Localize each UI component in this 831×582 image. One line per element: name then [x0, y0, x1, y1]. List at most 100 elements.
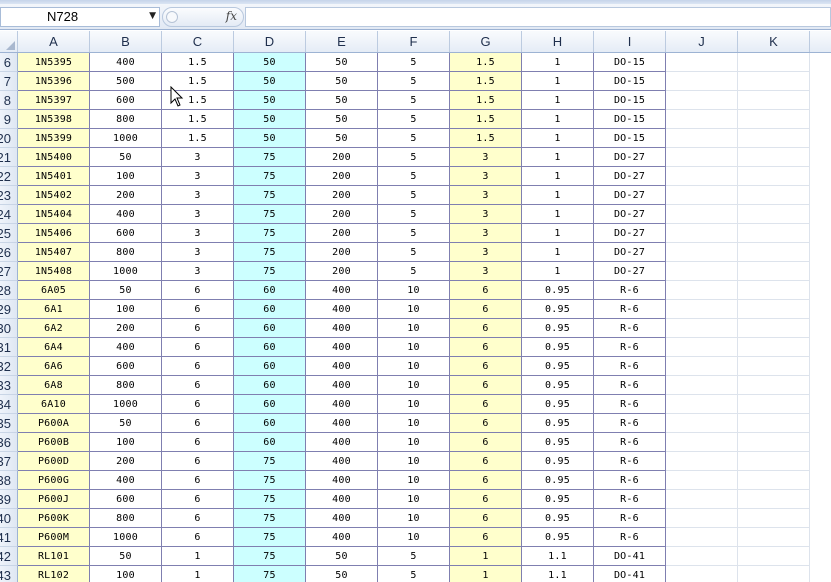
cell-e[interactable]: 200 — [306, 224, 378, 243]
cell-f[interactable]: 5 — [378, 262, 450, 281]
cell-g[interactable]: 3 — [450, 186, 522, 205]
cell-a[interactable]: 1N5408 — [18, 262, 90, 281]
cell-b[interactable]: 50 — [90, 547, 162, 566]
cell-a[interactable]: 1N5404 — [18, 205, 90, 224]
cell-f[interactable]: 10 — [378, 376, 450, 395]
cell-g[interactable]: 3 — [450, 167, 522, 186]
cell-b[interactable]: 100 — [90, 566, 162, 582]
row-header[interactable]: 23 — [0, 186, 18, 205]
cell-i[interactable]: R-6 — [594, 300, 666, 319]
cell-c[interactable]: 6 — [162, 509, 234, 528]
cell-d[interactable]: 75 — [234, 148, 306, 167]
cell-d[interactable]: 75 — [234, 528, 306, 547]
cell-e[interactable]: 400 — [306, 414, 378, 433]
cell-i[interactable]: DO-15 — [594, 53, 666, 72]
cell-h[interactable]: 0.95 — [522, 490, 594, 509]
cell-b[interactable]: 200 — [90, 186, 162, 205]
row-header[interactable]: 33 — [0, 376, 18, 395]
cell-a[interactable]: P600B — [18, 433, 90, 452]
row-header[interactable]: 38 — [0, 471, 18, 490]
cell-f[interactable]: 5 — [378, 72, 450, 91]
cell-f[interactable]: 10 — [378, 319, 450, 338]
cell-e[interactable]: 200 — [306, 167, 378, 186]
cell-k[interactable] — [738, 566, 810, 582]
cell-d[interactable]: 75 — [234, 547, 306, 566]
cell-a[interactable]: 6A8 — [18, 376, 90, 395]
cell-e[interactable]: 400 — [306, 281, 378, 300]
formula-input[interactable] — [245, 7, 831, 27]
cell-f[interactable]: 5 — [378, 91, 450, 110]
cell-c[interactable]: 1 — [162, 547, 234, 566]
cell-d[interactable]: 60 — [234, 300, 306, 319]
cell-f[interactable]: 5 — [378, 186, 450, 205]
cell-d[interactable]: 50 — [234, 91, 306, 110]
cell-d[interactable]: 60 — [234, 395, 306, 414]
cell-g[interactable]: 6 — [450, 452, 522, 471]
row-header[interactable]: 25 — [0, 224, 18, 243]
cell-g[interactable]: 6 — [450, 395, 522, 414]
cell-j[interactable] — [666, 414, 738, 433]
cell-a[interactable]: 1N5397 — [18, 91, 90, 110]
cell-h[interactable]: 1 — [522, 167, 594, 186]
insert-function-button[interactable]: fx — [226, 9, 237, 23]
cell-e[interactable]: 200 — [306, 243, 378, 262]
row-header[interactable]: 39 — [0, 490, 18, 509]
cell-c[interactable]: 3 — [162, 167, 234, 186]
cell-c[interactable]: 6 — [162, 395, 234, 414]
cell-h[interactable]: 0.95 — [522, 452, 594, 471]
column-header-h[interactable]: H — [522, 31, 594, 52]
cell-h[interactable]: 1.1 — [522, 547, 594, 566]
cell-c[interactable]: 3 — [162, 205, 234, 224]
cell-j[interactable] — [666, 357, 738, 376]
cell-e[interactable]: 200 — [306, 205, 378, 224]
cell-j[interactable] — [666, 53, 738, 72]
row-header[interactable]: 27 — [0, 262, 18, 281]
cell-e[interactable]: 400 — [306, 509, 378, 528]
cell-a[interactable]: 1N5407 — [18, 243, 90, 262]
row-header[interactable]: 28 — [0, 281, 18, 300]
cell-b[interactable]: 50 — [90, 148, 162, 167]
row-header[interactable]: 7 — [0, 72, 18, 91]
cell-a[interactable]: P600A — [18, 414, 90, 433]
cell-b[interactable]: 800 — [90, 509, 162, 528]
cell-e[interactable]: 400 — [306, 338, 378, 357]
cell-h[interactable]: 1 — [522, 129, 594, 148]
cell-a[interactable]: P600M — [18, 528, 90, 547]
cell-k[interactable] — [738, 528, 810, 547]
cell-i[interactable]: R-6 — [594, 319, 666, 338]
cell-k[interactable] — [738, 300, 810, 319]
cell-e[interactable]: 400 — [306, 528, 378, 547]
cell-h[interactable]: 0.95 — [522, 281, 594, 300]
cell-e[interactable]: 50 — [306, 129, 378, 148]
cell-h[interactable]: 0.95 — [522, 471, 594, 490]
cell-h[interactable]: 0.95 — [522, 414, 594, 433]
cell-e[interactable]: 400 — [306, 471, 378, 490]
cell-i[interactable]: R-6 — [594, 509, 666, 528]
cell-c[interactable]: 6 — [162, 414, 234, 433]
cell-c[interactable]: 6 — [162, 281, 234, 300]
cell-e[interactable]: 50 — [306, 72, 378, 91]
cell-h[interactable]: 1 — [522, 53, 594, 72]
cell-g[interactable]: 6 — [450, 471, 522, 490]
column-header-b[interactable]: B — [90, 31, 162, 52]
cell-j[interactable] — [666, 395, 738, 414]
cell-g[interactable]: 6 — [450, 338, 522, 357]
cell-c[interactable]: 1.5 — [162, 110, 234, 129]
cell-j[interactable] — [666, 319, 738, 338]
cell-g[interactable]: 3 — [450, 224, 522, 243]
row-header[interactable]: 36 — [0, 433, 18, 452]
cell-b[interactable]: 400 — [90, 53, 162, 72]
cell-j[interactable] — [666, 547, 738, 566]
row-header[interactable]: 26 — [0, 243, 18, 262]
cell-f[interactable]: 10 — [378, 433, 450, 452]
cell-j[interactable] — [666, 509, 738, 528]
name-box[interactable]: N728 ▼ — [0, 7, 160, 27]
cell-f[interactable]: 5 — [378, 205, 450, 224]
cell-k[interactable] — [738, 205, 810, 224]
cell-a[interactable]: 6A10 — [18, 395, 90, 414]
cell-c[interactable]: 6 — [162, 528, 234, 547]
cell-e[interactable]: 50 — [306, 91, 378, 110]
cell-f[interactable]: 5 — [378, 224, 450, 243]
row-header[interactable]: 43 — [0, 566, 18, 582]
cell-g[interactable]: 6 — [450, 300, 522, 319]
